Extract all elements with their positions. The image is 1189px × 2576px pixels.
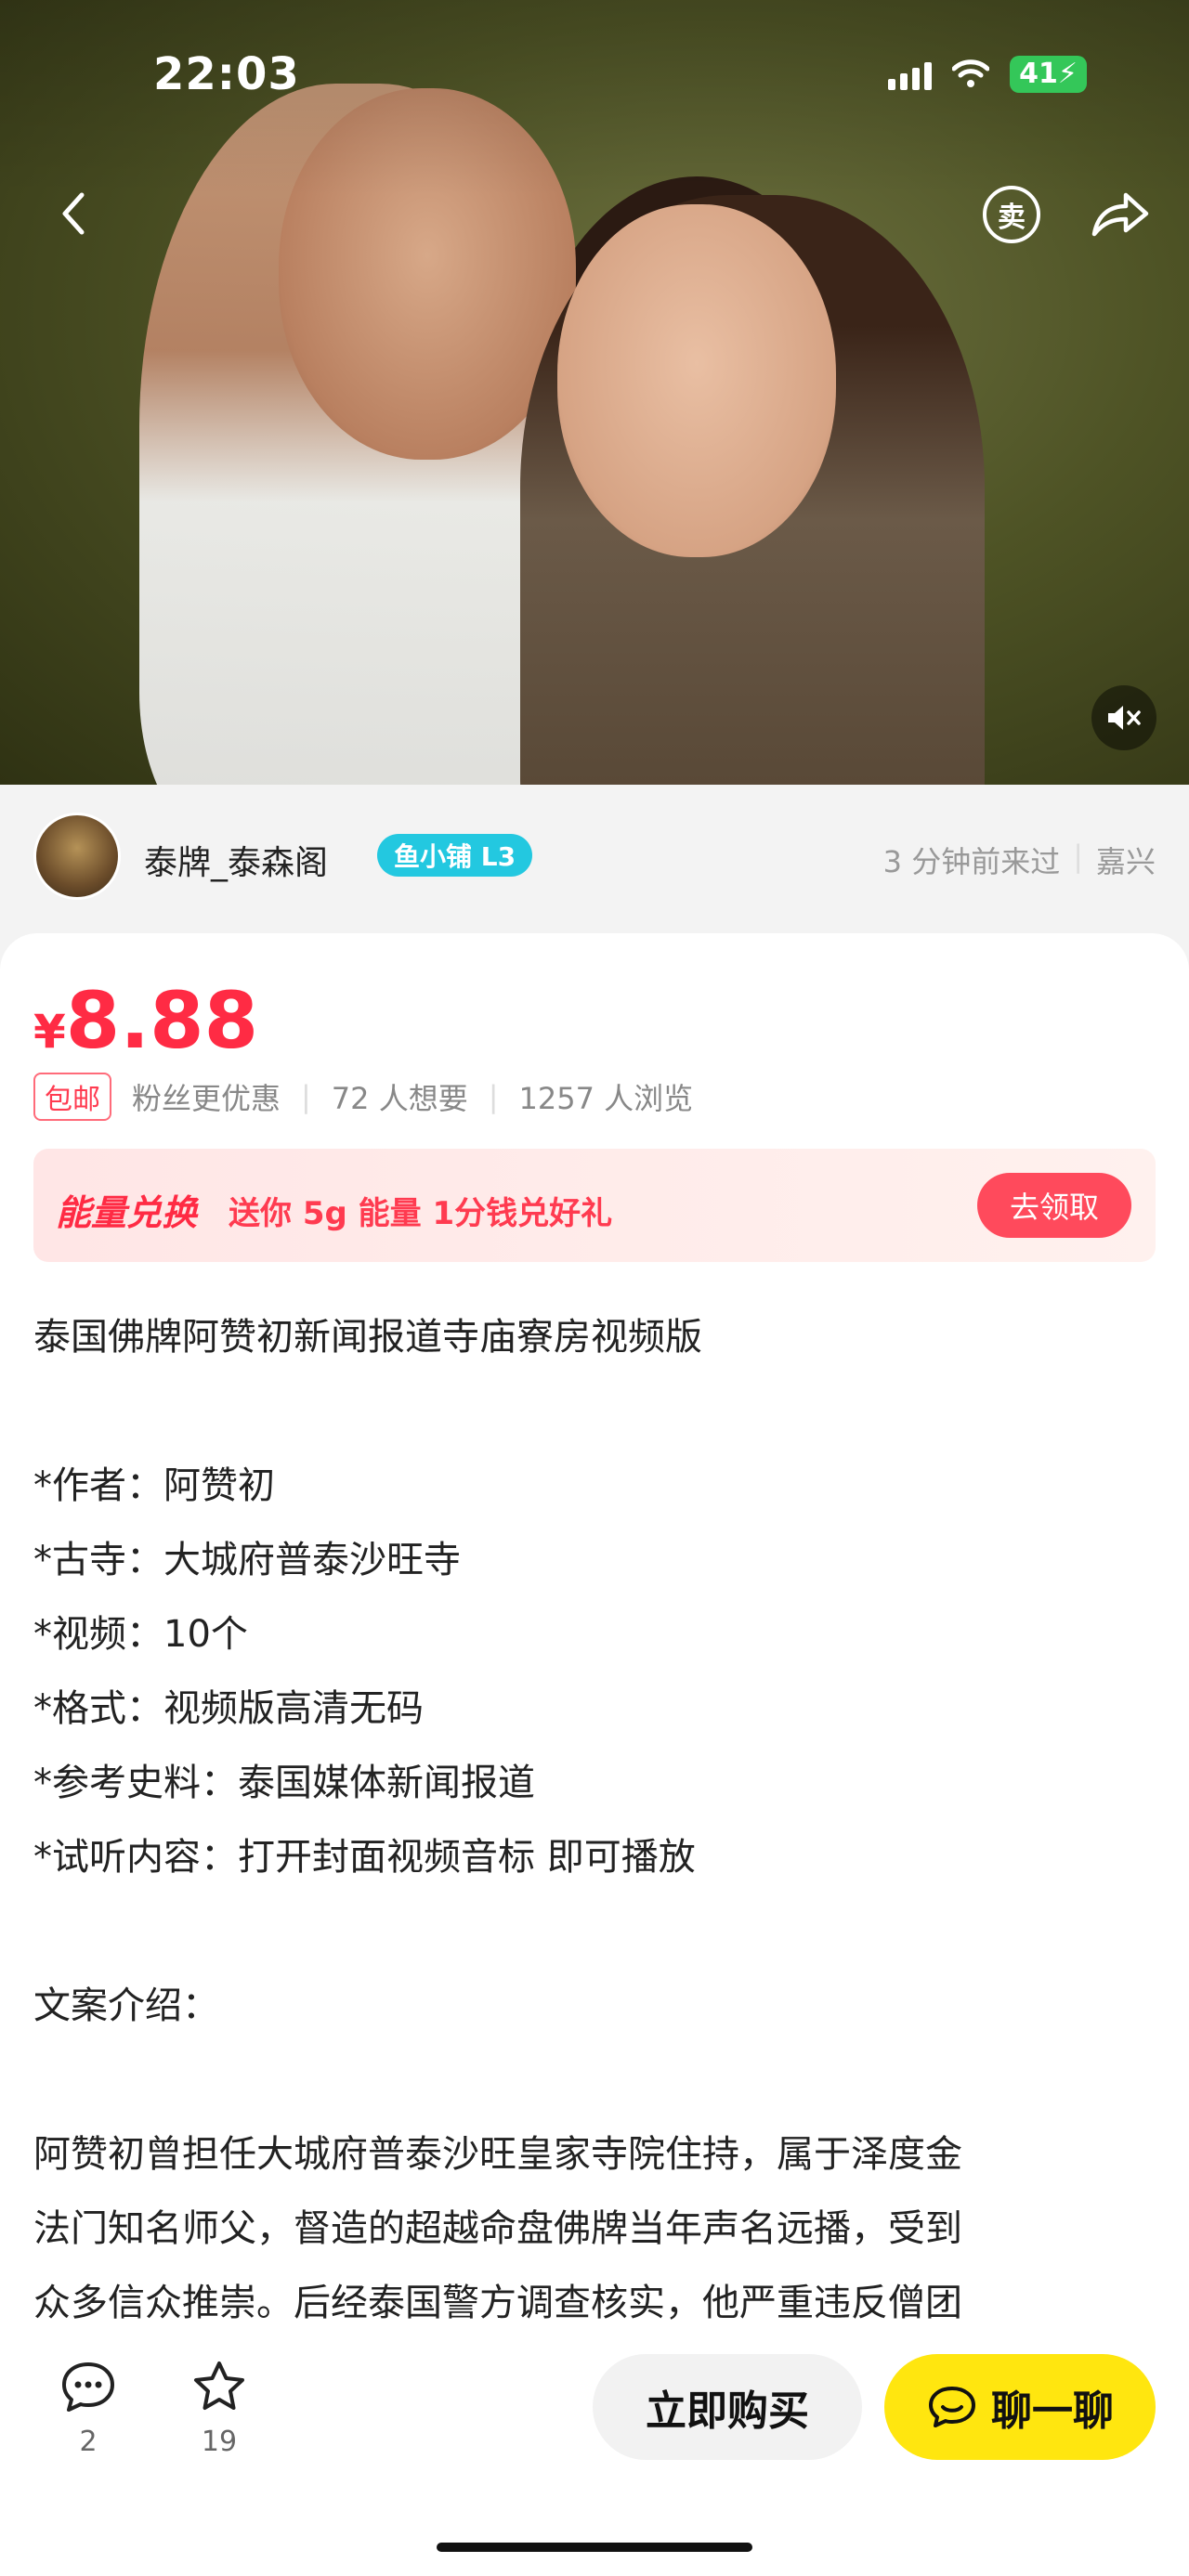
listing-card: ¥ 8.88 包邮 粉丝更优惠 | 72 人想要 | 1257 人浏览 能量兑换… <box>0 933 1189 2576</box>
speaker-muted-icon <box>1108 706 1141 730</box>
home-indicator <box>437 2543 752 2552</box>
claim-button[interactable]: 去领取 <box>977 1173 1131 1238</box>
description-line: *古寺：大城府普泰沙旺寺 <box>33 1539 461 1581</box>
listing-tags: 包邮 粉丝更优惠 | 72 人想要 | 1257 人浏览 <box>33 1073 693 1121</box>
description-line: *视频：10个 <box>33 1613 248 1656</box>
description-line: 阿赞初曾担任大城府普泰沙旺皇家寺院住持，属于泽度金 <box>33 2133 962 2176</box>
description-line: 泰国佛牌阿赞初新闻报道寺庙寮房视频版 <box>33 1316 702 1359</box>
free-shipping-tag: 包邮 <box>33 1073 111 1121</box>
comment-icon <box>62 2362 114 2412</box>
chevron-left-icon <box>62 192 85 235</box>
description-line: *格式：视频版高清无码 <box>33 1687 424 1730</box>
description-line: 法门知名师父，督造的超越命盘佛牌当年声名远播，受到 <box>33 2207 962 2250</box>
divider: | <box>1073 839 1083 874</box>
chat-bubble-icon <box>929 2387 975 2427</box>
cellular-signal-icon <box>888 59 933 90</box>
description-line: 文案介绍： <box>33 1984 219 2027</box>
favorite-count: 19 <box>201 2426 238 2458</box>
description-line <box>33 2043 1157 2117</box>
energy-title: 能量兑换 <box>56 1192 198 1233</box>
description-line <box>33 1374 1157 1449</box>
divider: | <box>488 1079 499 1114</box>
status-time: 22:03 <box>153 48 300 100</box>
sell-similar-button[interactable]: 卖 <box>983 186 1040 243</box>
favorite-button[interactable]: 19 <box>173 2359 266 2458</box>
price: ¥ 8.88 <box>33 975 258 1066</box>
description-line: *参考史料：泰国媒体新闻报道 <box>33 1762 535 1804</box>
status-indicators: 41⚡ <box>888 56 1087 93</box>
description-line: 众多信众推崇。后经泰国警方调查核实，他严重违反僧团 <box>33 2282 962 2324</box>
divider: | <box>301 1079 311 1114</box>
star-icon <box>194 2361 244 2410</box>
seller-name[interactable]: 泰牌_泰森阁 <box>144 836 328 884</box>
back-button[interactable] <box>54 186 91 241</box>
chat-button[interactable]: 聊一聊 <box>884 2354 1156 2460</box>
description-line: *作者：阿赞初 <box>33 1464 275 1507</box>
share-button[interactable] <box>1087 186 1152 241</box>
last-seen-text: 3 分钟前来过 <box>882 844 1061 879</box>
description-line: *试听内容：打开封面视频音标 即可播放 <box>33 1836 696 1879</box>
fan-discount-text[interactable]: 粉丝更优惠 <box>132 1075 281 1118</box>
wants-count: 72 人想要 <box>331 1081 468 1116</box>
energy-description: 送你 5g 能量 1分钱兑好礼 <box>229 1195 613 1232</box>
hero-video[interactable]: 22:03 41⚡ 卖 <box>0 0 1189 785</box>
bottom-action-bar: 2 19 立即购买 聊一聊 <box>0 2331 1189 2576</box>
hero-shade <box>0 0 1189 785</box>
item-description: 泰国佛牌阿赞初新闻报道寺庙寮房视频版 *作者：阿赞初 *古寺：大城府普泰沙旺寺 … <box>33 1300 1157 2340</box>
seller-row[interactable]: 泰牌_泰森阁 鱼小铺 L3 3 分钟前来过 | 嘉兴 <box>0 785 1189 933</box>
chat-label: 聊一聊 <box>991 2387 1114 2435</box>
mute-button[interactable] <box>1091 685 1156 750</box>
battery-level: 41 <box>1019 58 1058 90</box>
energy-exchange-banner[interactable]: 能量兑换 送你 5g 能量 1分钱兑好礼 去领取 <box>33 1149 1156 1262</box>
share-icon <box>1091 192 1149 237</box>
shop-level-badge: 鱼小铺 L3 <box>377 834 533 877</box>
location-text: 嘉兴 <box>1095 844 1156 879</box>
charging-icon: ⚡ <box>1057 58 1078 90</box>
price-value: 8.88 <box>65 975 259 1066</box>
sell-icon: 卖 <box>998 202 1026 234</box>
seller-meta: 3 分钟前来过 | 嘉兴 <box>883 839 1156 881</box>
description-line <box>33 1894 1157 1969</box>
seller-avatar[interactable] <box>33 813 121 900</box>
currency-symbol: ¥ <box>33 1005 66 1059</box>
buy-now-button[interactable]: 立即购买 <box>593 2354 862 2460</box>
battery-indicator: 41⚡ <box>1010 56 1087 93</box>
wifi-icon <box>952 59 990 87</box>
comment-button[interactable]: 2 <box>42 2359 135 2458</box>
comment-count: 2 <box>79 2426 98 2458</box>
views-count: 1257 人浏览 <box>518 1081 694 1116</box>
